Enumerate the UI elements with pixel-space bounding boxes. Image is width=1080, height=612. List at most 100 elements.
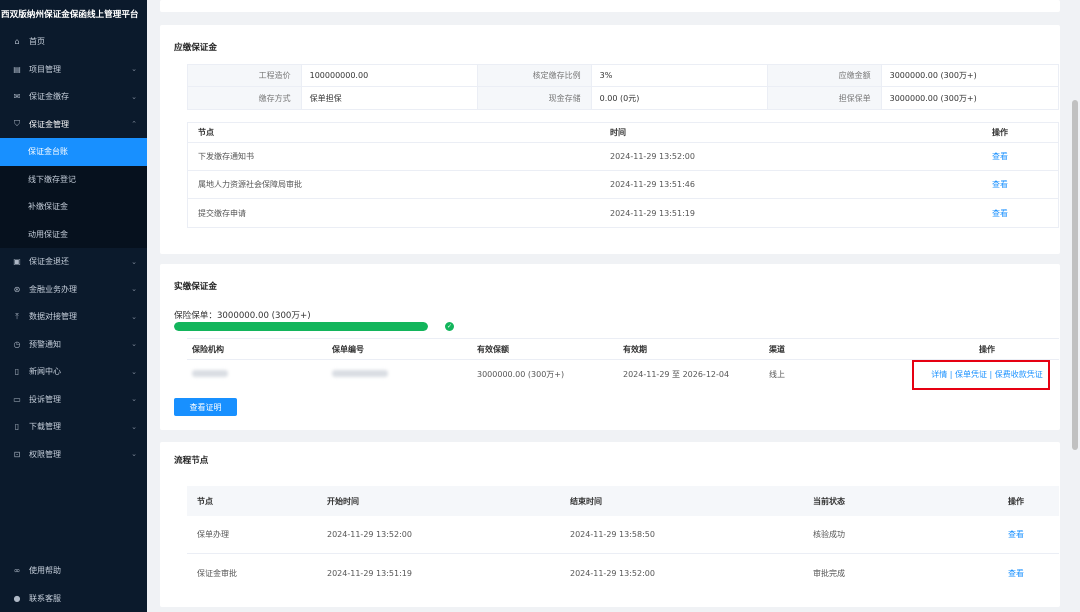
chevron-down-icon: ⌄ [131, 340, 137, 349]
sidebar-item-finance[interactable]: ⊛ 金融业务办理 ⌄ [0, 276, 147, 304]
main-content: 应缴保证金 工程造价 100000000.00 核定缴存比例 3% 应缴金额 3… [147, 0, 1080, 612]
col-period: 有效期 [623, 344, 647, 354]
flow-nodes-table: 节点 开始时间 结束时间 当前状态 操作 保单办理 2024-11-29 13:… [187, 486, 1059, 592]
sidebar-subitem-use[interactable]: 动用保证金 [0, 221, 147, 249]
view-link[interactable]: 查看 [955, 208, 1045, 219]
submenu-deposit-management: 保证金台账 线下缴存登记 补缴保证金 动用保证金 [0, 138, 147, 248]
view-certificate-button[interactable]: 查看证明 [174, 398, 237, 416]
sidebar-item-refund[interactable]: ▣ 保证金退还 ⌄ [0, 248, 147, 276]
table-row: 保证金审批 2024-11-29 13:51:19 2024-11-29 13:… [187, 554, 1059, 592]
due-nodes-table: 节点 时间 操作 下发缴存通知书 2024-11-29 13:52:00 查看 … [187, 122, 1059, 228]
redacted-text [192, 369, 228, 377]
page-scrollbar[interactable] [1070, 0, 1080, 612]
sidebar-subitem-supplement[interactable]: 补缴保证金 [0, 193, 147, 221]
col-policy-no: 保单编号 [332, 344, 364, 354]
chevron-down-icon: ⌄ [131, 422, 137, 431]
sidebar-item-deposit-management[interactable]: ⛉ 保证金管理 ⌃ [0, 111, 147, 139]
cell-time: 2024-11-29 13:51:19 [610, 208, 695, 218]
policy-amount-label: 保险保单：3000000.00 (300万+) [174, 311, 311, 321]
sidebar-item-label: 新闻中心 [29, 367, 61, 377]
sidebar-item-deposit[interactable]: ✉ 保证金缴存 ⌄ [0, 83, 147, 111]
sidebar-item-data[interactable]: ⤒ 数据对接管理 ⌄ [0, 303, 147, 331]
info-value: 3% [592, 65, 768, 86]
sidebar-item-complaints[interactable]: ▭ 投诉管理 ⌄ [0, 386, 147, 414]
upload-icon: ⤒ [15, 311, 19, 321]
sidebar-subitem-ledger[interactable]: 保证金台账 [0, 138, 147, 166]
col-action: 操作 [1008, 496, 1024, 506]
table-row: 提交缴存申请 2024-11-29 13:51:19 查看 [188, 199, 1058, 227]
policy-progress-bar [174, 322, 428, 331]
cell-status: 核验成功 [813, 530, 845, 539]
table-row: 保单办理 2024-11-29 13:52:00 2024-11-29 13:5… [187, 516, 1059, 554]
chevron-down-icon: ⌄ [131, 92, 137, 101]
info-value: 0.00 (0元) [592, 87, 768, 109]
col-time: 时间 [610, 128, 626, 137]
cell-end: 2024-11-29 13:58:50 [570, 530, 655, 539]
chevron-down-icon: ⌄ [131, 65, 137, 74]
view-link[interactable]: 查看 [955, 179, 1045, 190]
sidebar-item-label: 下载管理 [29, 422, 61, 432]
due-deposit-title: 应缴保证金 [174, 43, 217, 53]
cell-node: 保证金审批 [197, 568, 237, 578]
check-circle-icon: ✓ [445, 322, 454, 331]
due-deposit-card: 应缴保证金 工程造价 100000000.00 核定缴存比例 3% 应缴金额 3… [160, 25, 1060, 254]
col-end: 结束时间 [570, 496, 602, 506]
info-label: 工程造价 [188, 65, 302, 86]
col-org: 保险机构 [192, 344, 224, 354]
sidebar-item-help[interactable]: ∞ 使用帮助 [0, 557, 147, 585]
chevron-up-icon: ⌃ [131, 120, 137, 129]
project-icon: ▤ [13, 64, 21, 74]
col-status: 当前状态 [813, 496, 845, 506]
chevron-down-icon: ⌄ [131, 395, 137, 404]
sidebar-menu-more: ▣ 保证金退还 ⌄ ⊛ 金融业务办理 ⌄ ⤒ 数据对接管理 ⌄ ◷ 预警通知 ⌄… [0, 248, 147, 468]
sidebar-item-permissions[interactable]: ⊡ 权限管理 ⌄ [0, 441, 147, 469]
col-start: 开始时间 [327, 496, 359, 506]
sidebar-menu: ⌂ 首页 ▤ 项目管理 ⌄ ✉ 保证金缴存 ⌄ ⛉ 保证金管理 ⌃ [0, 28, 147, 138]
table-row: 下发缴存通知书 2024-11-29 13:52:00 查看 [188, 143, 1058, 171]
deposit-icon: ✉ [13, 92, 21, 102]
info-row: 缴存方式 保单担保 现金存储 0.00 (0元) 担保保单 3000000.00… [188, 87, 1058, 109]
sidebar-item-label: 保证金管理 [29, 119, 69, 129]
sidebar-item-projects[interactable]: ▤ 项目管理 ⌄ [0, 56, 147, 84]
table-header: 节点 开始时间 结束时间 当前状态 操作 [187, 486, 1059, 516]
info-value: 100000000.00 [302, 65, 478, 86]
view-link[interactable]: 查看 [973, 529, 1059, 540]
cell-node: 属地人力资源社会保障局审批 [198, 180, 302, 189]
refund-icon: ▣ [13, 257, 21, 267]
sidebar-item-home[interactable]: ⌂ 首页 [0, 28, 147, 56]
col-node: 节点 [197, 496, 213, 506]
sidebar-subitem-offline-register[interactable]: 线下缴存登记 [0, 166, 147, 194]
sidebar-item-downloads[interactable]: ▯ 下载管理 ⌄ [0, 413, 147, 441]
view-link[interactable]: 查看 [973, 568, 1059, 579]
app-title: 西双版纳州保证金保函线上管理平台 [0, 0, 147, 28]
sidebar-item-label: 保证金缴存 [29, 92, 69, 102]
scrollbar-thumb[interactable] [1072, 100, 1078, 450]
complaint-icon: ▭ [13, 394, 21, 404]
sidebar-bottom-menu: ∞ 使用帮助 ● 联系客服 [0, 557, 147, 612]
view-link[interactable]: 查看 [955, 151, 1045, 162]
col-action: 操作 [979, 344, 995, 354]
cell-node: 下发缴存通知书 [198, 152, 254, 161]
cell-time: 2024-11-29 13:52:00 [610, 152, 695, 161]
cell-time: 2024-11-29 13:51:46 [610, 180, 695, 189]
cell-amount: 3000000.00 (300万+) [477, 369, 565, 379]
info-value: 3000000.00 (300万+) [889, 71, 977, 80]
sidebar-item-label: 首页 [29, 37, 45, 47]
sidebar-item-news[interactable]: ▯ 新闻中心 ⌄ [0, 358, 147, 386]
cell-end: 2024-11-29 13:52:00 [570, 568, 655, 578]
cell-node: 提交缴存申请 [198, 208, 246, 218]
info-label: 应缴金额 [768, 65, 882, 86]
sidebar-item-label: 数据对接管理 [29, 312, 77, 322]
info-label: 现金存储 [478, 87, 592, 109]
clock-icon: ◷ [13, 339, 21, 349]
cell-policy-no-redacted [332, 369, 477, 379]
flow-nodes-card: 流程节点 节点 开始时间 结束时间 当前状态 操作 保单办理 2024-11-2… [160, 442, 1060, 607]
sidebar: 西双版纳州保证金保函线上管理平台 ⌂ 首页 ▤ 项目管理 ⌄ ✉ 保证金缴存 ⌄… [0, 0, 147, 612]
info-value: 保单担保 [302, 87, 478, 109]
info-label: 缴存方式 [188, 87, 302, 109]
sidebar-item-alerts[interactable]: ◷ 预警通知 ⌄ [0, 331, 147, 359]
shield-icon: ⛉ [14, 119, 20, 129]
table-row: 属地人力资源社会保障局审批 2024-11-29 13:51:46 查看 [188, 171, 1058, 199]
link-icon: ∞ [13, 566, 21, 576]
sidebar-item-support[interactable]: ● 联系客服 [0, 585, 147, 612]
